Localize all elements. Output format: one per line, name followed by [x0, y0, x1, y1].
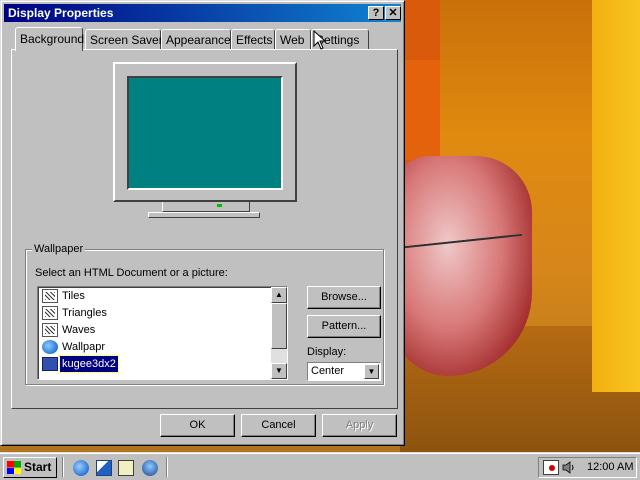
- mouse-cursor-icon: [313, 30, 327, 50]
- display-mode-value: Center: [311, 365, 345, 377]
- monitor-stand: [162, 202, 250, 212]
- help-button[interactable]: ?: [368, 6, 384, 20]
- bitmap-icon: [42, 323, 58, 337]
- tab-effects[interactable]: Effects: [231, 29, 275, 49]
- tab-background[interactable]: Background: [15, 27, 84, 51]
- browse-button[interactable]: Browse...: [307, 286, 381, 309]
- bitmap-icon: [42, 289, 58, 303]
- list-item-label: Tiles: [62, 290, 85, 302]
- dialog-title: Display Properties: [8, 6, 114, 20]
- tab-screen-saver[interactable]: Screen Saver: [85, 29, 163, 49]
- tab-appearance[interactable]: Appearance: [161, 29, 231, 49]
- wallpaper-list[interactable]: Tiles Triangles Waves Wallpapr kugee3dx2: [37, 286, 288, 380]
- list-item-label: Waves: [62, 324, 96, 336]
- tab-web[interactable]: Web: [275, 29, 311, 49]
- outlook-express-icon[interactable]: [96, 460, 112, 476]
- list-item-selected[interactable]: kugee3dx2: [41, 355, 266, 373]
- list-item[interactable]: Wallpapr: [41, 339, 266, 355]
- list-item[interactable]: Tiles: [41, 288, 266, 304]
- bitmap-icon: [42, 306, 58, 320]
- task-scheduler-icon[interactable]: [543, 460, 559, 475]
- taskbar: Start 12:00 AM: [0, 452, 640, 480]
- monitor-preview: [113, 62, 297, 202]
- image-file-icon: [42, 357, 58, 371]
- display-properties-dialog: Display Properties ? ✕ Background Screen…: [0, 0, 405, 446]
- volume-icon[interactable]: [561, 460, 575, 475]
- chevron-down-icon[interactable]: ▼: [364, 364, 379, 379]
- wallpaper-group-label: Wallpaper: [32, 243, 86, 255]
- list-item-label: Wallpapr: [62, 341, 105, 353]
- start-button[interactable]: Start: [3, 457, 57, 478]
- list-scrollbar[interactable]: ▲ ▼: [271, 287, 287, 379]
- scene-pillar: [592, 0, 640, 392]
- monitor-power-led: [217, 204, 222, 207]
- show-desktop-icon[interactable]: [118, 460, 134, 476]
- monitor-preview-screen: [127, 76, 283, 190]
- wallpaper-group: Wallpaper Select an HTML Document or a p…: [25, 243, 384, 385]
- system-tray: 12:00 AM: [538, 457, 637, 478]
- select-wallpaper-label: Select an HTML Document or a picture:: [35, 267, 228, 279]
- scene-wall-band: [400, 60, 440, 160]
- html-document-icon: [42, 340, 58, 354]
- display-mode-label: Display:: [307, 346, 347, 358]
- view-channels-icon[interactable]: [142, 460, 158, 476]
- taskbar-separator: [166, 457, 168, 477]
- scroll-thumb[interactable]: [271, 303, 287, 349]
- list-item[interactable]: Waves: [41, 322, 266, 338]
- apply-button[interactable]: Apply: [322, 414, 397, 437]
- list-item[interactable]: Triangles: [41, 305, 266, 321]
- scroll-up-arrow-icon[interactable]: ▲: [271, 287, 287, 303]
- list-item-label: Triangles: [62, 307, 107, 319]
- taskbar-separator: [62, 457, 64, 477]
- internet-explorer-icon[interactable]: [73, 460, 89, 476]
- pattern-button[interactable]: Pattern...: [307, 315, 381, 338]
- ok-button[interactable]: OK: [160, 414, 235, 437]
- display-mode-select[interactable]: Center ▼: [307, 362, 381, 381]
- background-tab-panel: Wallpaper Select an HTML Document or a p…: [11, 49, 398, 409]
- clock[interactable]: 12:00 AM: [587, 461, 633, 473]
- close-button[interactable]: ✕: [385, 6, 401, 20]
- start-label: Start: [24, 460, 52, 474]
- scroll-down-arrow-icon[interactable]: ▼: [271, 363, 287, 379]
- title-bar[interactable]: Display Properties ? ✕: [4, 4, 401, 22]
- monitor-base: [148, 212, 260, 218]
- cancel-button[interactable]: Cancel: [241, 414, 316, 437]
- list-item-label: kugee3dx2: [59, 355, 119, 373]
- windows-logo-icon: [7, 461, 21, 474]
